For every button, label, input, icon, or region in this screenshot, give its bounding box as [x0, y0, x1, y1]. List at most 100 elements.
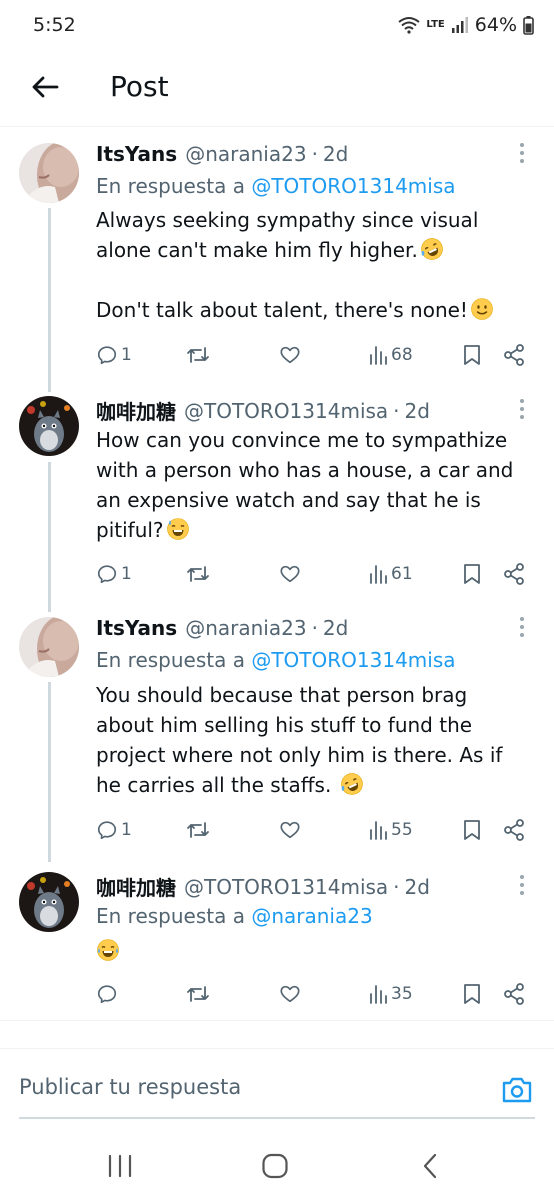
- author-handle[interactable]: @TOTORO1314misa: [184, 399, 388, 423]
- thread-line: [48, 682, 51, 862]
- camera-icon: [502, 1077, 532, 1103]
- avatar[interactable]: [19, 872, 79, 932]
- reply-button[interactable]: 1: [96, 816, 132, 844]
- status-time: 5:52: [33, 14, 76, 36]
- more-icon: [520, 617, 524, 621]
- more-options-button[interactable]: [512, 873, 532, 897]
- more-options-button[interactable]: [512, 615, 532, 639]
- back-nav-button[interactable]: [410, 1150, 450, 1182]
- grinning-sweat-emoji-icon: [166, 518, 189, 540]
- reply-button[interactable]: 1: [96, 560, 132, 588]
- reply-count: 1: [121, 345, 132, 365]
- author-handle[interactable]: @narania23: [185, 616, 306, 640]
- camera-button[interactable]: [498, 1071, 536, 1109]
- reply-mention-link[interactable]: @narania23: [251, 904, 372, 928]
- views-button[interactable]: 61: [368, 560, 413, 588]
- recents-button[interactable]: [100, 1150, 140, 1182]
- bookmark-button[interactable]: [462, 560, 482, 588]
- view-count: 68: [391, 345, 413, 365]
- share-button[interactable]: [502, 816, 526, 844]
- app-bar: Post: [0, 56, 554, 126]
- views-button[interactable]: 35: [368, 980, 413, 1008]
- like-icon: [280, 565, 300, 583]
- status-indicators: LTE 64%: [398, 14, 534, 36]
- bookmark-icon: [464, 345, 480, 365]
- separator-dot: ·: [311, 142, 318, 166]
- share-icon: [504, 563, 524, 585]
- share-button[interactable]: [502, 341, 526, 369]
- tweet-time: 2d: [322, 142, 349, 166]
- battery-percent: 64%: [474, 14, 517, 36]
- bookmark-button[interactable]: [462, 980, 482, 1008]
- author-name[interactable]: 咖啡加糖: [96, 872, 176, 901]
- tweet-time: 2d: [404, 874, 430, 899]
- header-divider: [0, 126, 554, 127]
- view-count: 61: [391, 564, 413, 584]
- more-options-button[interactable]: [512, 141, 532, 165]
- bookmark-icon: [464, 564, 480, 584]
- reply-prefix: En respuesta a: [96, 174, 252, 198]
- views-button[interactable]: 55: [368, 816, 413, 844]
- thread-line: [48, 208, 51, 392]
- reply-count: 1: [121, 820, 132, 840]
- author-handle[interactable]: @TOTORO1314misa: [184, 875, 388, 899]
- author-name[interactable]: ItsYans: [96, 142, 177, 166]
- reply-icon: [97, 985, 117, 1004]
- system-nav-bar: [0, 1130, 554, 1200]
- home-button[interactable]: [255, 1150, 295, 1182]
- page-title: Post: [110, 70, 169, 103]
- back-button[interactable]: [28, 70, 62, 104]
- reply-icon: [97, 565, 117, 584]
- author-name[interactable]: 咖啡加糖: [96, 396, 176, 425]
- signal-icon: [451, 17, 468, 33]
- separator-dot: ·: [311, 616, 318, 640]
- retweet-button[interactable]: [186, 980, 213, 1008]
- reply-prefix: En respuesta a: [96, 648, 252, 672]
- tweet-text: Always seeking sympathy since visual alo…: [96, 205, 526, 325]
- share-button[interactable]: [502, 560, 526, 588]
- more-options-button[interactable]: [512, 397, 532, 421]
- view-count: 35: [391, 984, 413, 1004]
- share-button[interactable]: [502, 980, 526, 1008]
- separator-dot: ·: [393, 874, 400, 899]
- like-button[interactable]: [279, 560, 304, 588]
- tweet-text: How can you convince me to sympathize wi…: [96, 425, 526, 545]
- author-name[interactable]: ItsYans: [96, 616, 177, 640]
- rolling-laughing-emoji-icon: [420, 238, 443, 260]
- bookmark-button[interactable]: [462, 341, 482, 369]
- reply-mention-link[interactable]: @TOTORO1314misa: [251, 648, 455, 672]
- back-arrow-icon: [32, 76, 59, 98]
- reply-mention-link[interactable]: @TOTORO1314misa: [251, 174, 455, 198]
- tweet-text-paragraph: Don't talk about talent, there's none!: [96, 298, 468, 322]
- retweet-button[interactable]: [186, 816, 213, 844]
- avatar[interactable]: [19, 617, 79, 677]
- like-icon: [280, 985, 300, 1003]
- retweet-button[interactable]: [186, 341, 213, 369]
- like-button[interactable]: [279, 816, 304, 844]
- input-underline: [19, 1117, 535, 1119]
- separator-dot: ·: [393, 398, 400, 423]
- retweet-button[interactable]: [186, 560, 213, 588]
- recents-icon: [108, 1154, 132, 1178]
- author-handle[interactable]: @narania23: [185, 142, 306, 166]
- views-button[interactable]: 68: [368, 341, 413, 369]
- reply-button[interactable]: [96, 980, 121, 1008]
- smiling-emoji-icon: [471, 298, 493, 320]
- reply-context: En respuesta a @TOTORO1314misa: [96, 648, 456, 672]
- bookmark-button[interactable]: [462, 816, 482, 844]
- avatar[interactable]: [19, 143, 79, 203]
- views-icon: [370, 565, 387, 584]
- like-button[interactable]: [279, 341, 304, 369]
- retweet-icon: [187, 986, 209, 1002]
- reply-context: En respuesta a @narania23: [96, 904, 373, 928]
- wifi-icon: [398, 17, 421, 34]
- avatar[interactable]: [19, 396, 79, 456]
- share-icon: [504, 344, 524, 366]
- tweet-header: ItsYans @narania23 · 2d: [96, 616, 348, 640]
- reply-icon: [97, 821, 117, 840]
- tears-of-joy-emoji-icon: [97, 939, 119, 961]
- reply-icon: [97, 346, 117, 365]
- reply-button[interactable]: 1: [96, 341, 132, 369]
- like-button[interactable]: [279, 980, 304, 1008]
- reply-input[interactable]: Publicar tu respuesta: [19, 1075, 241, 1099]
